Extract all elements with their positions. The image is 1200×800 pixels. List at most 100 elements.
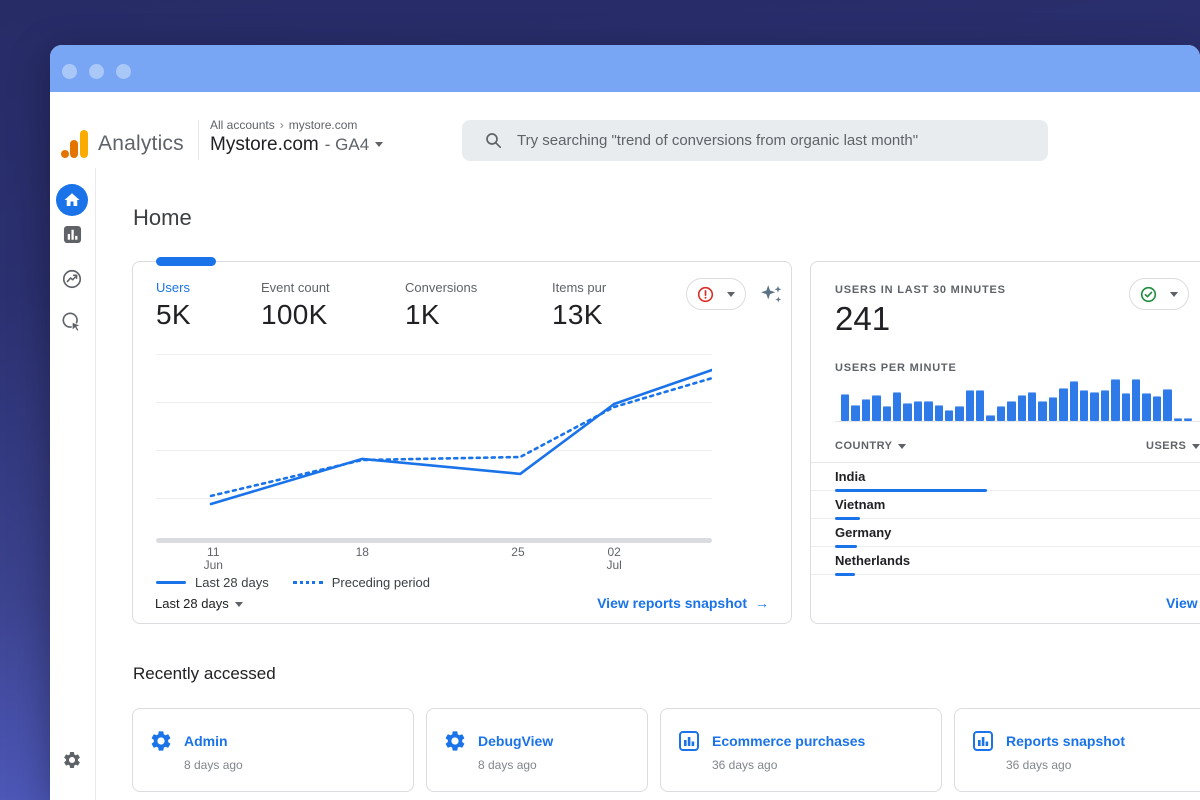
chart-legend: Last 28 days Preceding period [156,575,430,590]
window-control-dot[interactable] [89,64,104,79]
users-column-header[interactable]: USERS [1146,440,1200,452]
recent-card-admin[interactable]: Admin 8 days ago [132,708,414,792]
metric-label: Items pur [552,280,606,295]
minute-bar [851,405,859,421]
minute-bar [872,395,880,421]
recent-card-reports-snapshot[interactable]: Reports snapshot 36 days ago [954,708,1200,792]
property-switcher[interactable]: Mystore.com - GA4 [210,134,383,156]
minute-bar [976,390,984,421]
metric-value: 1K [405,299,477,331]
property-name: Mystore.com [210,134,319,155]
chevron-down-icon [898,444,906,449]
recent-card-label: Admin [184,733,228,749]
users-last-30-min-value: 241 [835,300,890,338]
metric-tab-users[interactable]: Users 5K [156,280,191,331]
recent-card-label: Reports snapshot [1006,733,1125,749]
minute-bar [1049,397,1057,421]
minute-bar [1153,396,1161,421]
minute-bar [1028,392,1036,421]
chevron-down-icon [1170,292,1178,297]
minute-bar [997,406,1005,421]
view-reports-snapshot-link[interactable]: View reports snapshot→ [597,595,769,611]
bar-chart-icon [677,729,701,753]
browser-window: Analytics All accounts › mystore.com Mysto… [50,45,1200,800]
google-analytics-logo-icon[interactable] [60,129,90,159]
breadcrumb: All accounts › mystore.com [210,118,357,132]
minute-bar [1142,393,1150,421]
minute-bar [914,401,922,421]
chevron-right-icon: › [280,118,284,132]
minute-bar [1018,395,1026,421]
recent-card-time: 36 days ago [712,758,777,772]
minute-bar [1090,392,1098,421]
x-axis-tick: 25 [496,546,540,559]
search-bar[interactable] [462,120,1048,161]
minute-bar [924,401,932,421]
sidebar-item-reports[interactable] [63,225,82,249]
x-axis-tick: 18 [340,546,384,559]
minute-bar [1122,393,1130,421]
window-titlebar [50,45,1200,92]
legend-item: Preceding period [293,575,430,590]
breadcrumb-property[interactable]: mystore.com [289,118,358,132]
minute-bar [945,410,953,421]
advertising-cursor-icon [61,311,83,333]
metric-label: Users [156,280,191,295]
search-input[interactable] [515,131,1019,150]
minute-bar [966,390,974,421]
recent-card-debugview[interactable]: DebugView 8 days ago [426,708,648,792]
page-title: Home [133,205,192,231]
chevron-down-icon [235,602,243,607]
country-column-header[interactable]: COUNTRY [835,440,906,452]
explore-trend-icon [61,268,83,290]
gear-icon [62,750,82,770]
recently-accessed-title: Recently accessed [133,664,276,684]
minute-bar [841,394,849,421]
search-icon [485,132,502,149]
data-quality-dropdown[interactable] [686,278,746,310]
minute-bar [935,405,943,421]
country-table: IndiaVietnamGermanyNetherlands [811,463,1200,575]
bars-baseline [835,421,1200,422]
legend-label: Preceding period [332,575,430,590]
realtime-card: USERS IN LAST 30 MINUTES 241 USERS PER M… [810,261,1200,624]
reports-snapshot-card: Users 5K Event count 100K Conversions 1K… [132,261,792,624]
recent-card-time: 8 days ago [184,758,243,772]
metric-value: 13K [552,299,606,331]
window-control-dot[interactable] [62,64,77,79]
gear-icon [149,729,173,753]
country-row: India [811,463,1200,491]
minute-bar [1007,401,1015,421]
country-row: Vietnam [811,491,1200,519]
date-range-dropdown[interactable]: Last 28 days [155,596,243,611]
view-realtime-link[interactable]: View realtime [1166,595,1200,611]
breadcrumb-all-accounts[interactable]: All accounts [210,118,275,132]
insights-sparkle-icon[interactable] [759,282,785,308]
country-users-bar [835,573,855,576]
recent-card-label: Ecommerce purchases [712,733,865,749]
realtime-status-dropdown[interactable] [1129,278,1189,310]
dotted-line-swatch [293,581,323,584]
x-axis-tick: 11Jun [191,546,235,572]
metric-value: 100K [261,299,330,331]
sidebar-item-advertising[interactable] [61,311,83,338]
metric-tab-conversions[interactable]: Conversions 1K [405,280,477,331]
arrow-right-icon: → [755,595,769,611]
minute-bar [903,403,911,421]
property-suffix: - GA4 [325,135,369,154]
recent-card-ecommerce-purchases[interactable]: Ecommerce purchases 36 days ago [660,708,942,792]
legend-item: Last 28 days [156,575,269,590]
metric-tab-event-count[interactable]: Event count 100K [261,280,330,331]
bar-chart-icon [971,729,995,753]
desktop-background: Analytics All accounts › mystore.com Mysto… [0,0,1200,800]
home-icon [63,191,81,209]
recent-card-time: 8 days ago [478,758,537,772]
sidebar-item-home[interactable] [56,184,88,216]
window-control-dot[interactable] [116,64,131,79]
sidebar-item-settings[interactable] [62,750,82,775]
brand-title: Analytics [98,132,184,156]
minute-bar [1132,379,1140,421]
sidebar-item-explore[interactable] [61,268,83,295]
selected-metric-indicator [156,257,216,266]
metric-tab-items-purchased[interactable]: Items pur 13K [552,280,606,331]
